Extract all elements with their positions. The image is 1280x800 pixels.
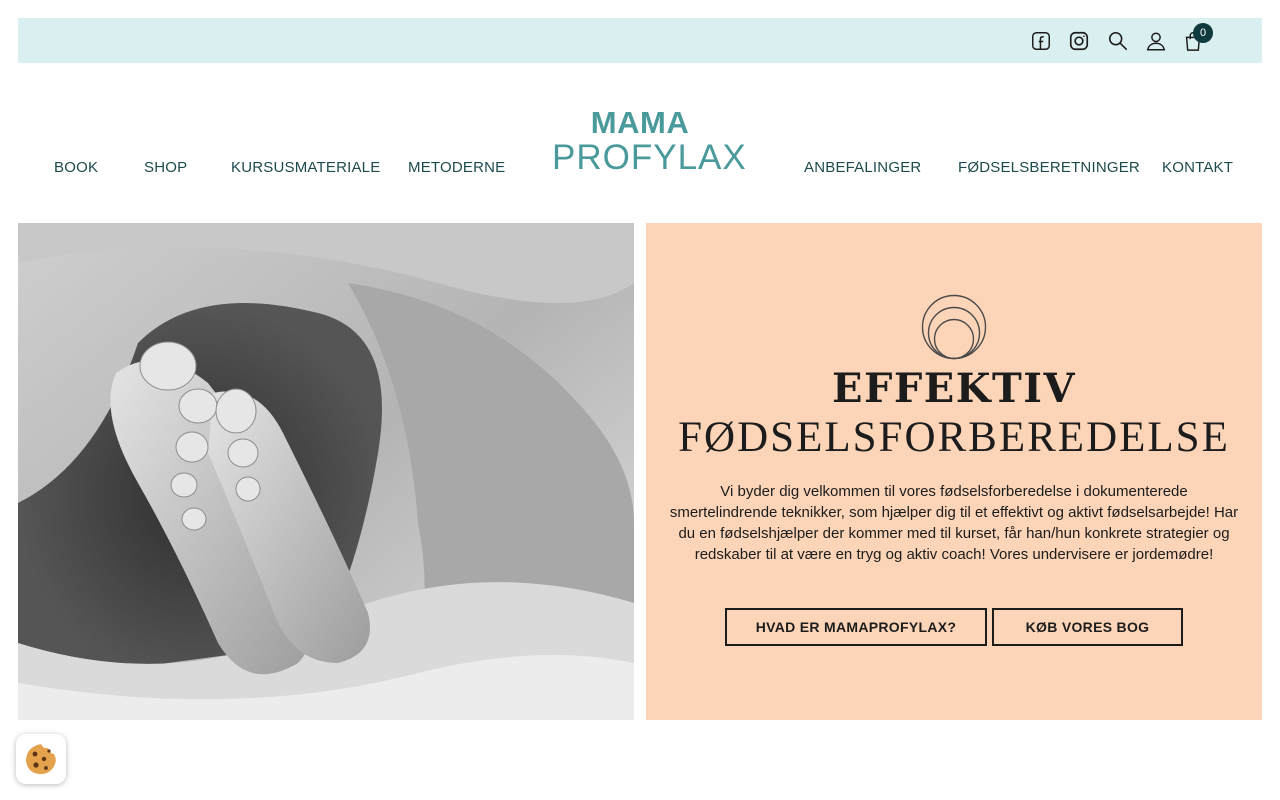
facebook-icon[interactable]	[1029, 29, 1053, 53]
hero-image-baby-feet	[18, 223, 634, 720]
nav-item-shop[interactable]: SHOP	[144, 159, 187, 176]
cookie-settings-button[interactable]	[16, 734, 66, 784]
hero-description: Vi byder dig velkommen til vores fødsels…	[669, 483, 1239, 563]
user-icon[interactable]	[1144, 29, 1168, 53]
buy-book-button[interactable]: KØB VORES BOG	[992, 608, 1183, 646]
nav-item-foedselsberetninger[interactable]: FØDSELSBERETNINGER	[958, 159, 1140, 176]
top-utility-bar: 0	[18, 18, 1262, 63]
cookie-icon	[26, 744, 56, 774]
logo-line-2: PROFYLAX	[552, 138, 747, 177]
what-is-mamaprofylax-button[interactable]: HVAD ER MAMAPROFYLAX?	[725, 608, 987, 646]
cart-count-badge: 0	[1193, 23, 1213, 43]
nav-item-kontakt[interactable]: KONTAKT	[1162, 159, 1233, 176]
nav-item-book[interactable]: BOOK	[54, 159, 98, 176]
hero-heading-light: FØDSELSFORBEREDELSE	[678, 414, 1230, 461]
site-logo[interactable]: MAMA PROFYLAX	[552, 105, 747, 178]
nav-item-kursusmateriale[interactable]: KURSUSMATERIALE	[231, 159, 380, 176]
logo-line-1: MAMA	[590, 105, 690, 140]
nav-item-anbefalinger[interactable]: ANBEFALINGER	[804, 159, 921, 176]
hero-heading-bold: EFFEKTIV	[831, 365, 1077, 412]
search-icon[interactable]	[1106, 29, 1130, 53]
nav-item-metoderne[interactable]: METODERNE	[408, 159, 505, 176]
hero-panel: EFFEKTIV FØDSELSFORBEREDELSE Vi byder di…	[646, 223, 1262, 720]
instagram-icon[interactable]	[1067, 29, 1091, 53]
concentric-circles-icon	[921, 294, 987, 360]
